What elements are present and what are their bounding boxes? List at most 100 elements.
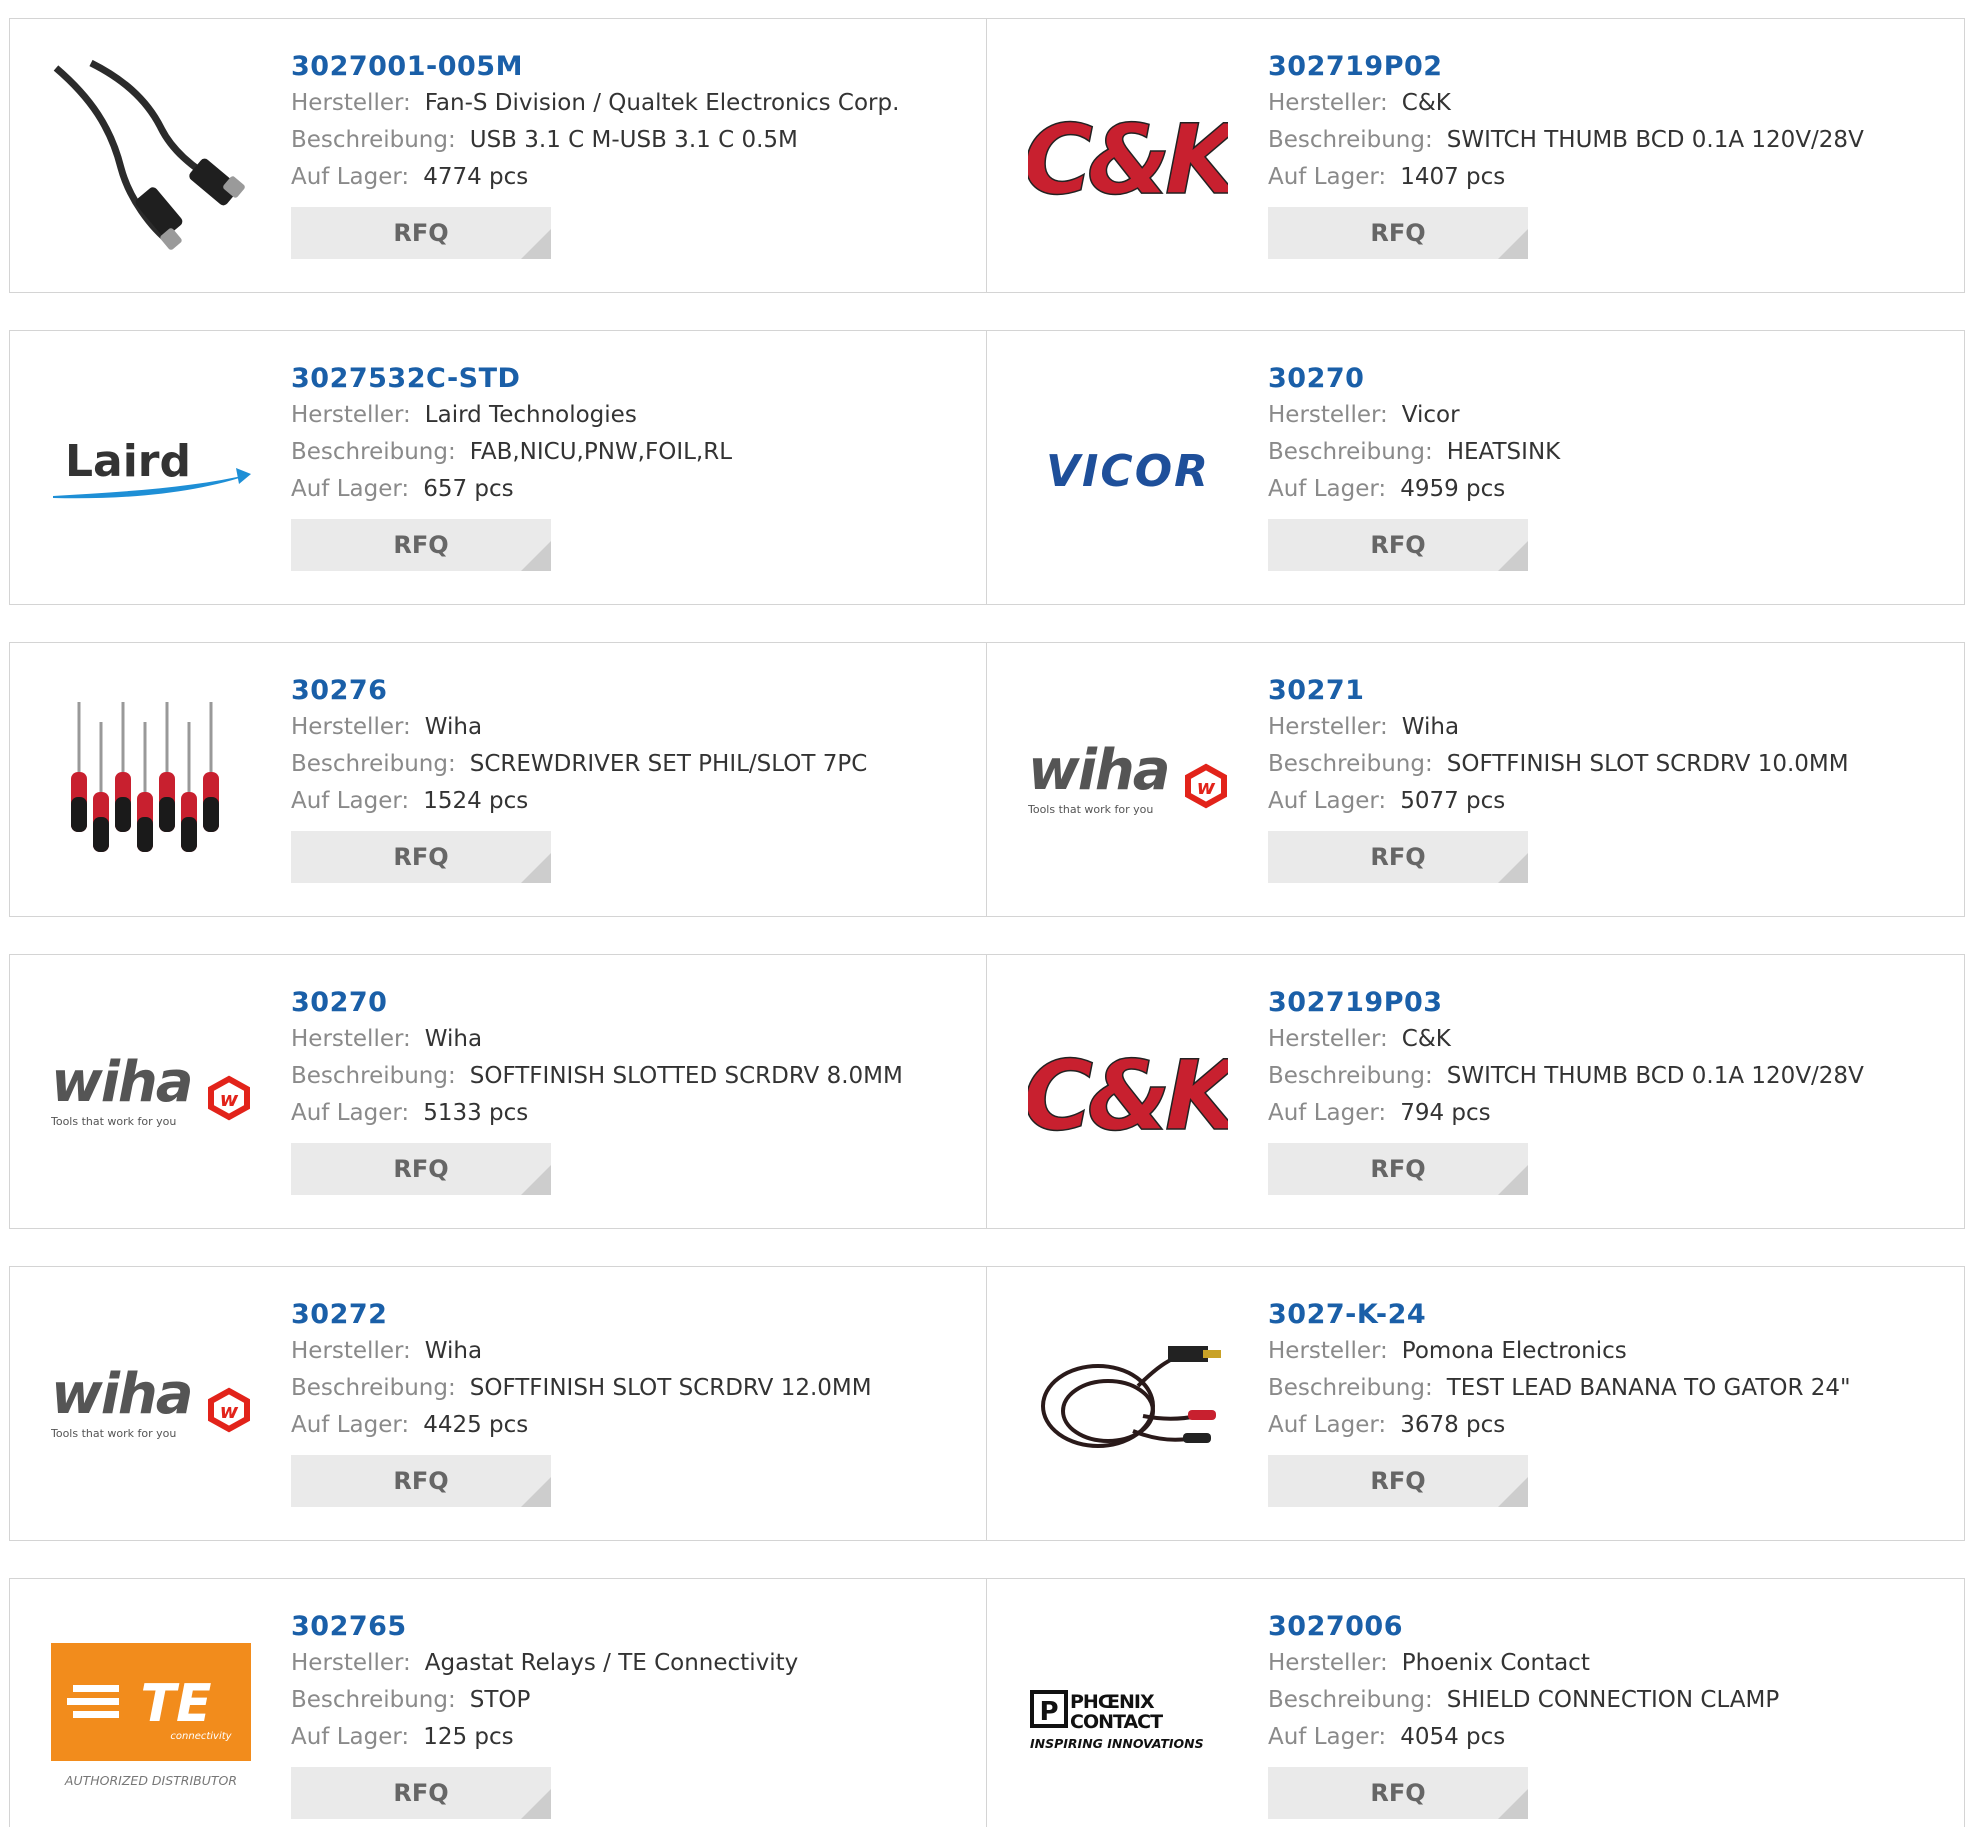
part-number-link[interactable]: 302719P02 <box>1268 49 1944 85</box>
rfq-button[interactable]: RFQ <box>1268 1143 1528 1195</box>
part-number-link[interactable]: 30276 <box>291 673 966 709</box>
product-image[interactable] <box>50 681 252 883</box>
stock-label: Auf Lager: <box>1268 1412 1387 1438</box>
product-card: VICOR 30270 Hersteller: Vicor Beschreibun… <box>986 330 1965 605</box>
product-image[interactable]: wiha w Tools that work for you <box>1027 681 1229 883</box>
svg-text:C&K: C&K <box>1028 104 1228 216</box>
svg-text:Tools that work for you: Tools that work for you <box>1028 803 1153 816</box>
product-image[interactable]: TE connectivity AUTHORIZED DISTRIBUTOR <box>50 1617 252 1819</box>
rfq-button[interactable]: RFQ <box>1268 207 1528 259</box>
product-image[interactable]: C&K <box>1027 993 1229 1195</box>
wiha-logo-image: wiha w Tools that work for you <box>51 1050 250 1128</box>
description-value: USB 3.1 C M-USB 3.1 C 0.5M <box>469 127 798 153</box>
product-row: TE connectivity AUTHORIZED DISTRIBUTOR 3… <box>9 1578 1965 1827</box>
manufacturer-value: C&K <box>1401 90 1451 116</box>
manufacturer-row: Hersteller: Laird Technologies <box>291 397 966 434</box>
description-row: Beschreibung: USB 3.1 C M-USB 3.1 C 0.5M <box>291 122 966 159</box>
rfq-button[interactable]: RFQ <box>291 831 551 883</box>
rfq-button[interactable]: RFQ <box>291 1455 551 1507</box>
part-number-link[interactable]: 30270 <box>291 985 966 1021</box>
rfq-button[interactable]: RFQ <box>291 1143 551 1195</box>
part-number-link[interactable]: 30271 <box>1268 673 1944 709</box>
stock-label: Auf Lager: <box>291 1412 410 1438</box>
rfq-corner-icon <box>521 1165 551 1195</box>
description-label: Beschreibung: <box>291 1687 456 1713</box>
product-info: 30270 Hersteller: Wiha Beschreibung: SOFTF… <box>291 985 966 1195</box>
svg-text:VICOR: VICOR <box>1046 446 1210 497</box>
stock-row: Auf Lager: 3678 pcs <box>1268 1407 1944 1444</box>
manufacturer-label: Hersteller: <box>1268 402 1388 428</box>
rfq-corner-icon <box>521 853 551 883</box>
product-image[interactable]: Laird <box>50 369 252 571</box>
description-row: Beschreibung: SCREWDRIVER SET PHIL/SLOT 7… <box>291 746 966 783</box>
part-number-link[interactable]: 30272 <box>291 1297 966 1333</box>
svg-text:w: w <box>220 1087 239 1111</box>
svg-text:INSPIRING INNOVATIONS: INSPIRING INNOVATIONS <box>1030 1736 1204 1751</box>
manufacturer-value: Phoenix Contact <box>1401 1650 1590 1676</box>
description-row: Beschreibung: SWITCH THUMB BCD 0.1A 120V/… <box>1268 122 1944 159</box>
rfq-label: RFQ <box>393 219 449 247</box>
rfq-button[interactable]: RFQ <box>291 519 551 571</box>
product-card: P PHŒNIX CONTACT INSPIRING INNOVATIONS 3… <box>986 1578 1965 1827</box>
manufacturer-value: Wiha <box>1401 714 1460 740</box>
stock-value: 4425 pcs <box>423 1412 529 1438</box>
description-value: STOP <box>469 1687 531 1713</box>
product-image[interactable] <box>50 57 252 259</box>
rfq-button[interactable]: RFQ <box>1268 1455 1528 1507</box>
manufacturer-value: Fan-S Division / Qualtek Electronics Cor… <box>424 90 900 116</box>
svg-text:w: w <box>1197 775 1216 799</box>
manufacturer-value: C&K <box>1401 1026 1451 1052</box>
svg-text:Tools that work for you: Tools that work for you <box>51 1427 176 1440</box>
manufacturer-label: Hersteller: <box>1268 1338 1388 1364</box>
manufacturer-label: Hersteller: <box>291 90 411 116</box>
part-number-link[interactable]: 302719P03 <box>1268 985 1944 1021</box>
rfq-button[interactable]: RFQ <box>1268 519 1528 571</box>
stock-row: Auf Lager: 5133 pcs <box>291 1095 966 1132</box>
stock-value: 1407 pcs <box>1400 164 1506 190</box>
rfq-label: RFQ <box>1370 843 1426 871</box>
rfq-button[interactable]: RFQ <box>1268 1767 1528 1819</box>
rfq-button[interactable]: RFQ <box>291 207 551 259</box>
product-image[interactable]: wiha w Tools that work for you <box>50 993 252 1195</box>
svg-text:P: P <box>1039 1697 1058 1727</box>
description-label: Beschreibung: <box>291 751 456 777</box>
manufacturer-row: Hersteller: Pomona Electronics <box>1268 1333 1944 1370</box>
product-image[interactable] <box>1027 1305 1229 1507</box>
manufacturer-value: Pomona Electronics <box>1401 1338 1627 1364</box>
stock-label: Auf Lager: <box>1268 164 1387 190</box>
manufacturer-value: Vicor <box>1401 402 1460 428</box>
part-number-link[interactable]: 3027001-005M <box>291 49 966 85</box>
svg-text:wiha: wiha <box>51 1050 192 1115</box>
description-label: Beschreibung: <box>291 439 456 465</box>
product-card: TE connectivity AUTHORIZED DISTRIBUTOR 3… <box>9 1578 987 1827</box>
phoenix-contact-logo-image: P PHŒNIX CONTACT INSPIRING INNOVATIONS <box>1030 1690 1204 1751</box>
svg-text:wiha: wiha <box>51 1362 192 1427</box>
product-image[interactable]: P PHŒNIX CONTACT INSPIRING INNOVATIONS <box>1027 1617 1229 1819</box>
svg-text:wiha: wiha <box>1028 738 1169 803</box>
description-value: SWITCH THUMB BCD 0.1A 120V/28V <box>1446 127 1864 153</box>
description-label: Beschreibung: <box>1268 1687 1433 1713</box>
rfq-button[interactable]: RFQ <box>291 1767 551 1819</box>
product-image[interactable]: wiha w Tools that work for you <box>50 1305 252 1507</box>
stock-value: 4774 pcs <box>423 164 529 190</box>
rfq-corner-icon <box>1498 541 1528 571</box>
svg-text:connectivity: connectivity <box>170 1731 232 1742</box>
rfq-button[interactable]: RFQ <box>1268 831 1528 883</box>
part-number-link[interactable]: 3027006 <box>1268 1609 1944 1645</box>
product-card: wiha w Tools that work for you 30270 Her… <box>9 954 987 1229</box>
product-image[interactable]: C&K <box>1027 57 1229 259</box>
part-number-link[interactable]: 302765 <box>291 1609 966 1645</box>
stock-value: 794 pcs <box>1400 1100 1491 1126</box>
part-number-link[interactable]: 30270 <box>1268 361 1944 397</box>
product-image[interactable]: VICOR <box>1027 369 1229 571</box>
description-row: Beschreibung: FAB,NICU,PNW,FOIL,RL <box>291 434 966 471</box>
part-number-link[interactable]: 3027532C-STD <box>291 361 966 397</box>
manufacturer-label: Hersteller: <box>291 1650 411 1676</box>
svg-text:PHŒNIX: PHŒNIX <box>1070 1691 1155 1713</box>
product-info: 3027-K-24 Hersteller: Pomona Electronics … <box>1268 1297 1944 1507</box>
product-card: 3027001-005M Hersteller: Fan-S Division /… <box>9 18 987 293</box>
stock-row: Auf Lager: 1407 pcs <box>1268 159 1944 196</box>
product-card: wiha w Tools that work for you 30271 Her… <box>986 642 1965 917</box>
part-number-link[interactable]: 3027-K-24 <box>1268 1297 1944 1333</box>
manufacturer-row: Hersteller: C&K <box>1268 1021 1944 1058</box>
